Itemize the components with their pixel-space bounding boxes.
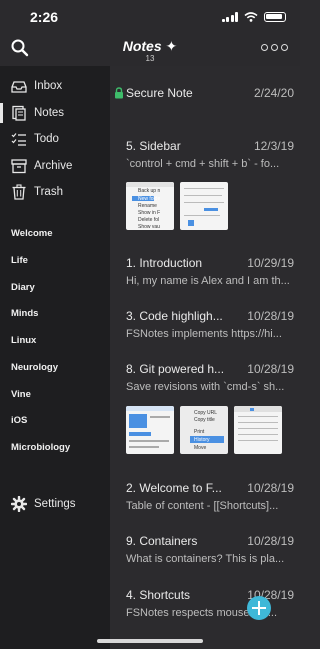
- note-preview: Save revisions with `cmd-s` sh...: [126, 381, 285, 393]
- signal-icon: [221, 12, 238, 22]
- note-title: 3. Code highligh...: [126, 309, 223, 323]
- note-item-git-powered[interactable]: 8. Git powered h... 10/28/19 Save revisi…: [126, 362, 300, 400]
- sidebar-tag-ios[interactable]: iOS: [11, 415, 27, 426]
- note-preview: FSNotes implements https://hi...: [126, 328, 282, 340]
- sidebar-item-trash[interactable]: Trash: [0, 180, 110, 204]
- sidebar-tag-vine[interactable]: Vine: [11, 389, 31, 400]
- page-title: Notes ✦: [122, 38, 178, 54]
- thumb-menu-item: New folde: [138, 196, 161, 202]
- note-date: 10/28/19: [247, 362, 294, 376]
- sidebar-tag-life[interactable]: Life: [11, 255, 28, 266]
- note-preview: Hi, my name is Alex and I am th...: [126, 275, 290, 287]
- sidebar-tag-minds[interactable]: Minds: [11, 308, 38, 319]
- note-preview: `control + cmd + shift + b` - fo...: [126, 158, 280, 170]
- thumb-menu-item: Print: [194, 429, 205, 435]
- sidebar: Inbox Notes Todo Archive Trash Welcome L…: [0, 66, 110, 649]
- note-item-welcome[interactable]: 2. Welcome to F... 10/28/19 Table of con…: [126, 481, 300, 519]
- thumb-menu-item: Move: [194, 445, 207, 451]
- status-time: 2:26: [30, 9, 59, 25]
- sidebar-tag-microbiology[interactable]: Microbiology: [11, 442, 70, 453]
- gear-icon: [11, 496, 27, 512]
- wifi-icon: [244, 12, 258, 22]
- note-preview: What is containers? This is pla...: [126, 553, 285, 565]
- sidebar-item-todo[interactable]: Todo: [0, 127, 110, 151]
- note-title: 2. Welcome to F...: [126, 481, 222, 495]
- note-thumbnail-image: [180, 182, 228, 230]
- sidebar-item-archive[interactable]: Archive: [0, 154, 110, 178]
- sidebar-item-label: Notes: [34, 107, 65, 119]
- note-date: 10/28/19: [247, 481, 294, 495]
- sidebar-item-notes[interactable]: Notes: [0, 101, 110, 125]
- note-date: 12/3/19: [253, 139, 294, 153]
- sidebar-tag-neurology[interactable]: Neurology: [11, 362, 58, 373]
- battery-icon: [264, 12, 286, 22]
- note-title: 4. Shortcuts: [126, 588, 191, 602]
- thumb-menu-item: Copy URL: [194, 410, 218, 416]
- note-item-introduction[interactable]: 1. Introduction 10/29/19 Hi, my name is …: [126, 256, 300, 294]
- lock-icon: [115, 87, 123, 99]
- note-item-sidebar[interactable]: 5. Sidebar 12/3/19 `control + cmd + shif…: [126, 139, 300, 177]
- sidebar-item-inbox[interactable]: Inbox: [0, 74, 110, 98]
- note-date: 10/28/19: [247, 534, 294, 548]
- thumb-menu-item: Back up n: [138, 188, 161, 194]
- inbox-icon: [11, 81, 27, 93]
- nav-header: Notes ✦ 13: [0, 34, 300, 66]
- note-thumbnail-image: [126, 406, 174, 454]
- note-thumbnail-image: Copy URL Copy title Print History Move: [180, 406, 228, 454]
- note-date: 10/28/19: [247, 309, 294, 323]
- sidebar-tag-linux[interactable]: Linux: [11, 335, 36, 346]
- thumb-menu-item: Show in F: [138, 210, 161, 216]
- sidebar-item-label: Todo: [34, 133, 59, 145]
- sidebar-item-label: Settings: [34, 498, 76, 510]
- note-title: 9. Containers: [126, 534, 198, 548]
- notes-icon: [12, 105, 26, 121]
- note-thumbnail-image: Back up n New folde Rename Show in F Del…: [126, 182, 174, 230]
- home-indicator[interactable]: [97, 639, 203, 643]
- note-item-containers[interactable]: 9. Containers 10/28/19 What is container…: [126, 534, 300, 572]
- thumb-menu-item: Delete fol: [138, 217, 160, 223]
- note-item-secure-note[interactable]: Secure Note 2/24/20: [115, 86, 300, 106]
- thumb-menu-item: Copy title: [194, 417, 215, 423]
- thumb-menu-item: History: [194, 437, 210, 443]
- note-date: 10/29/19: [247, 256, 294, 270]
- status-icons: [221, 12, 286, 22]
- note-item-shortcuts[interactable]: 4. Shortcuts 10/28/19 FSNotes respects m…: [126, 588, 300, 626]
- thumb-menu-item: Rename: [138, 203, 157, 209]
- note-item-code-highlighting[interactable]: 3. Code highligh... 10/28/19 FSNotes imp…: [126, 309, 300, 347]
- sidebar-item-label: Trash: [34, 186, 63, 198]
- status-bar: 2:26: [0, 0, 300, 34]
- thumb-menu-item: Show vau: [138, 224, 160, 230]
- trash-icon: [12, 184, 26, 200]
- sidebar-item-label: Archive: [34, 160, 73, 172]
- sidebar-item-label: Inbox: [34, 80, 63, 92]
- note-title: 8. Git powered h...: [126, 362, 225, 376]
- sidebar-tag-welcome[interactable]: Welcome: [11, 228, 53, 239]
- todo-icon: [11, 133, 26, 146]
- note-preview: Table of content - [[Shortcuts]...: [126, 500, 279, 512]
- add-note-button[interactable]: [247, 596, 271, 620]
- note-title: 1. Introduction: [126, 256, 203, 270]
- sidebar-tag-diary[interactable]: Diary: [11, 282, 35, 293]
- archive-icon: [11, 159, 27, 174]
- more-options-icon[interactable]: [261, 44, 288, 51]
- notes-count: 13: [145, 54, 155, 63]
- note-list: Secure Note 2/24/20 5. Sidebar 12/3/19 `…: [110, 66, 300, 649]
- sidebar-item-settings[interactable]: Settings: [0, 492, 110, 516]
- note-thumbnail-image: [234, 406, 282, 454]
- note-title: 5. Sidebar: [126, 139, 181, 153]
- note-date: 2/24/20: [253, 86, 294, 100]
- note-title: Secure Note: [126, 86, 193, 100]
